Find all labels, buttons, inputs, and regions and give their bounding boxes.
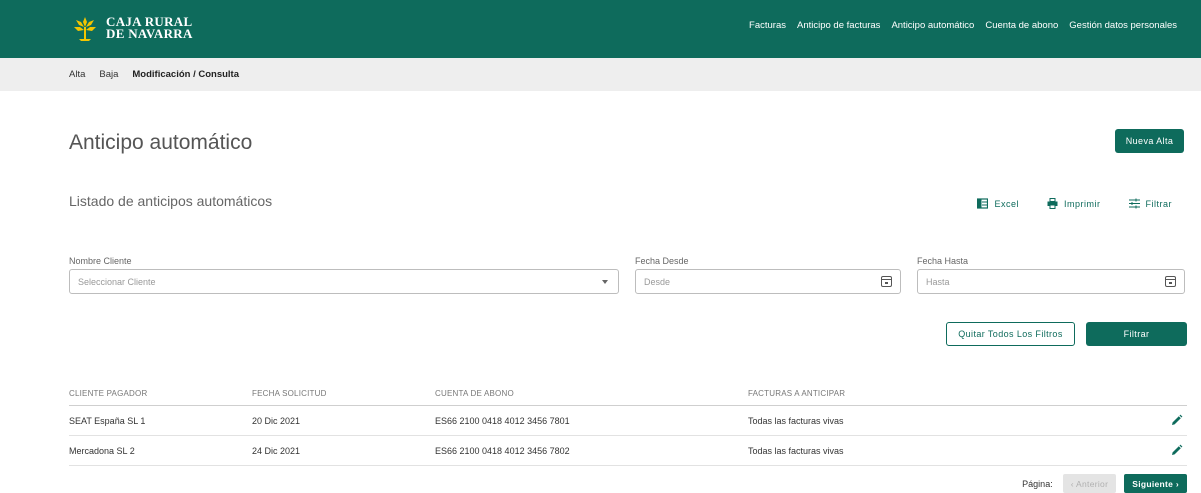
next-page-button[interactable]: Siguiente › <box>1124 474 1187 493</box>
date-from-label: Fecha Desde <box>635 256 689 266</box>
date-from-placeholder: Desde <box>644 277 671 287</box>
date-to-label: Fecha Hasta <box>917 256 969 266</box>
calendar-icon[interactable] <box>881 276 892 287</box>
table-header: CLIENTE PAGADOR FECHA SOLICITUD CUENTA D… <box>69 383 1187 406</box>
list-title: Listado de anticipos automáticos <box>69 193 273 209</box>
cell-fecha: 24 Dic 2021 <box>252 446 301 456</box>
nav-anticipo-automatico[interactable]: Anticipo automático <box>891 20 974 31</box>
excel-button[interactable]: Excel <box>977 198 1019 209</box>
edit-pencil-icon[interactable] <box>1170 414 1183 427</box>
prev-page-button[interactable]: ‹ Anterior <box>1062 474 1117 493</box>
pagination-label: Página: <box>1022 478 1053 489</box>
client-label: Nombre Cliente <box>69 256 132 266</box>
chevron-left-icon: ‹ <box>1070 478 1074 489</box>
cell-cliente: Mercadona SL 2 <box>69 446 135 456</box>
clear-filters-button[interactable]: Quitar Todos Los Filtros <box>946 322 1075 346</box>
cell-cliente: SEAT España SL 1 <box>69 416 146 426</box>
col-cliente-pagador: CLIENTE PAGADOR <box>69 389 148 398</box>
chevron-right-icon: › <box>1175 478 1179 489</box>
brand-logo[interactable]: CAJA RURAL DE NAVARRA <box>70 13 193 43</box>
date-from-input[interactable]: Desde <box>635 269 901 294</box>
client-select[interactable]: Seleccionar Cliente <box>69 269 619 294</box>
col-fecha-solicitud: FECHA SOLICITUD <box>252 389 327 398</box>
excel-icon <box>977 198 989 209</box>
date-to-input[interactable]: Hasta <box>917 269 1185 294</box>
apply-filter-button[interactable]: Filtrar <box>1086 322 1187 346</box>
nav-anticipo-facturas[interactable]: Anticipo de facturas <box>797 20 880 31</box>
sliders-icon <box>1128 198 1140 209</box>
nav-cuenta-abono[interactable]: Cuenta de abono <box>985 20 1058 31</box>
page-title: Anticipo automático <box>69 131 253 154</box>
calendar-icon[interactable] <box>1165 276 1176 287</box>
table-row: Mercadona SL 2 24 Dic 2021 ES66 2100 041… <box>69 436 1187 466</box>
chevron-down-icon <box>602 280 608 284</box>
cell-cuenta: ES66 2100 0418 4012 3456 7802 <box>435 446 570 456</box>
edit-pencil-icon[interactable] <box>1170 444 1183 457</box>
main-nav: Facturas Anticipo de facturas Anticipo a… <box>749 20 1177 31</box>
client-placeholder: Seleccionar Cliente <box>78 277 156 287</box>
subnav-alta[interactable]: Alta <box>69 69 85 80</box>
cell-fecha: 20 Dic 2021 <box>252 416 301 426</box>
subnav-modificacion-consulta[interactable]: Modificación / Consulta <box>132 69 239 80</box>
top-bar: CAJA RURAL DE NAVARRA Facturas Anticipo … <box>0 0 1201 58</box>
sub-nav: Alta Baja Modificación / Consulta <box>0 58 1201 91</box>
col-facturas-anticipar: FACTURAS A ANTICIPAR <box>748 389 846 398</box>
cell-facturas: Todas las facturas vivas <box>748 416 844 426</box>
wheat-logo-icon <box>70 13 100 43</box>
nav-gestion-datos[interactable]: Gestión datos personales <box>1069 20 1177 31</box>
print-button[interactable]: Imprimir <box>1047 198 1101 209</box>
list-toolbar: Excel Imprimir Filtrar <box>977 198 1172 209</box>
nav-facturas[interactable]: Facturas <box>749 20 786 31</box>
cell-facturas: Todas las facturas vivas <box>748 446 844 456</box>
brand-name: CAJA RURAL DE NAVARRA <box>106 14 193 41</box>
new-button[interactable]: Nueva Alta <box>1115 129 1184 153</box>
filter-toggle-button[interactable]: Filtrar <box>1128 198 1173 209</box>
date-to-placeholder: Hasta <box>926 277 950 287</box>
cell-cuenta: ES66 2100 0418 4012 3456 7801 <box>435 416 570 426</box>
pagination: Página: ‹ Anterior Siguiente › <box>1022 474 1187 493</box>
printer-icon <box>1047 198 1058 209</box>
table-row: SEAT España SL 1 20 Dic 2021 ES66 2100 0… <box>69 406 1187 436</box>
subnav-baja[interactable]: Baja <box>99 69 118 80</box>
col-cuenta-abono: CUENTA DE ABONO <box>435 389 514 398</box>
anticipos-table: CLIENTE PAGADOR FECHA SOLICITUD CUENTA D… <box>69 383 1187 466</box>
